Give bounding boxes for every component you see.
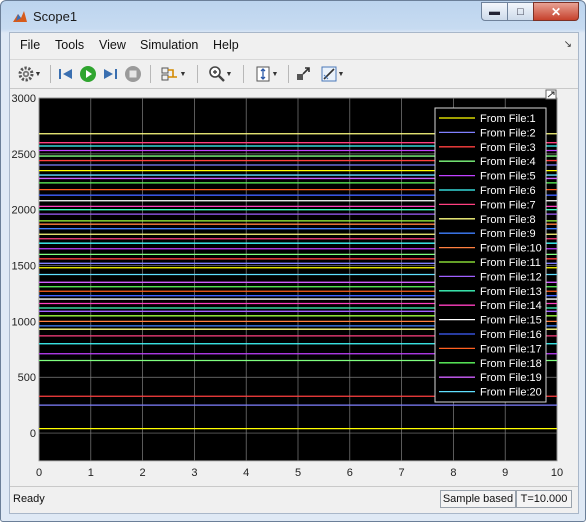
legend-entry-label: From File:12 [480,271,542,283]
menu-help[interactable]: Help [213,38,239,52]
run-icon [80,66,96,82]
x-tick-label: 7 [399,467,405,479]
step-back-button[interactable] [56,64,76,84]
dropdown-arrow-icon: ▼ [337,70,345,78]
highlight-block-icon [297,67,310,80]
x-tick-label: 5 [295,467,301,479]
stop-icon [125,66,141,82]
x-tick-label: 6 [347,467,353,479]
plot-area: 0 1 2 3 4 5 6 7 8 9 10 0 500 1000 1500 2000 2500 3000 From… [10,89,578,487]
dropdown-arrow-icon: ▼ [271,70,279,78]
minimize-icon: ▬ [489,5,500,18]
legend-entry-label: From File:19 [480,372,542,384]
close-icon: ✕ [550,4,562,19]
legend-entry-label: From File:8 [480,214,536,226]
simulation-time-indicator: T=10.000 [516,490,572,508]
legend-entry-label: From File:17 [480,343,542,355]
signal-selection-button[interactable]: ▼ [156,64,190,84]
menu-simulation[interactable]: Simulation [140,38,198,52]
step-forward-icon [104,69,117,79]
legend-entry-label: From File:14 [480,300,542,312]
y-tick-label: 3000 [12,93,36,105]
legend-entry-label: From File:13 [480,286,542,298]
scope-window: Scope1 ▬ □ ✕ File Tools View Simulation … [0,0,586,522]
close-button[interactable]: ✕ [533,2,579,21]
menu-view[interactable]: View [99,38,126,52]
measure-icon [321,66,337,82]
legend-entry-label: From File:4 [480,156,536,168]
legend-entry-label: From File:3 [480,142,536,154]
legend-entry-label: From File:16 [480,329,542,341]
measurements-button[interactable]: ▼ [315,64,349,84]
y-tick-label: 500 [18,372,36,384]
zoom-in-icon [208,66,225,82]
legend-entry-label: From File:9 [480,228,536,240]
configuration-button[interactable]: ▼ [14,64,44,84]
window-title: Scope1 [33,9,78,24]
sample-mode-indicator: Sample based [440,490,516,508]
status-text: Ready [13,493,45,505]
x-tick-label: 1 [88,467,94,479]
legend-entry-label: From File:2 [480,127,536,139]
menu-overflow-icon[interactable]: ↘ [564,39,572,50]
maximize-button[interactable]: □ [507,2,534,21]
zoom-button[interactable]: ▼ [203,64,237,84]
autoscale-icon [256,66,270,82]
menu-bar: File Tools View Simulation Help ↘ [10,33,578,57]
title-bar[interactable]: Scope1 ▬ □ ✕ [1,1,585,33]
minimize-button[interactable]: ▬ [481,2,508,21]
step-forward-button[interactable] [100,64,120,84]
dropdown-arrow-icon: ▼ [34,70,42,78]
toolbar: ▼ ▼ ▼ ▼ ▼ [10,59,578,89]
status-bar: Ready Sample based T=10.000 [10,486,578,513]
menu-tools[interactable]: Tools [55,38,84,52]
legend-entry-label: From File:6 [480,185,536,197]
x-tick-label: 2 [140,467,146,479]
maximize-icon: □ [517,5,524,18]
menu-file[interactable]: File [20,38,40,52]
matlab-scope-icon [13,11,27,22]
x-tick-label: 4 [243,467,249,479]
signal-select-icon [161,67,177,81]
legend-entry-label: From File:10 [480,243,542,255]
x-tick-label: 10 [551,467,563,479]
y-tick-label: 1000 [12,316,36,328]
legend-entry-label: From File:1 [480,113,536,125]
y-tick-label: 0 [30,428,36,440]
legend-entry-label: From File:20 [480,387,542,399]
y-tick-label: 2500 [12,149,36,161]
autoscale-button[interactable]: ▼ [249,64,283,84]
scope-client-area: File Tools View Simulation Help ↘ ▼ ▼ ▼ … [9,32,579,514]
x-tick-label: 9 [502,467,508,479]
dropdown-arrow-icon: ▼ [225,70,233,78]
legend-entry-label: From File:18 [480,358,542,370]
x-tick-label: 8 [450,467,456,479]
dropdown-arrow-icon: ▼ [179,70,187,78]
stop-button[interactable] [123,64,143,84]
legend-entry-label: From File:15 [480,315,542,327]
highlight-block-button[interactable] [293,64,313,84]
step-back-icon [59,69,72,79]
legend-entry-label: From File:7 [480,199,536,211]
x-tick-label: 0 [36,467,42,479]
run-button[interactable] [78,64,98,84]
legend-entry-label: From File:11 [480,257,541,269]
scope-plot[interactable]: 0 1 2 3 4 5 6 7 8 9 10 0 500 1000 1500 2000 2500 3000 From… [10,89,578,487]
y-tick-label: 1500 [12,261,36,273]
legend-entry-label: From File:5 [480,171,536,183]
y-tick-label: 2000 [12,205,36,217]
gear-icon [18,66,34,82]
x-tick-label: 3 [191,467,197,479]
